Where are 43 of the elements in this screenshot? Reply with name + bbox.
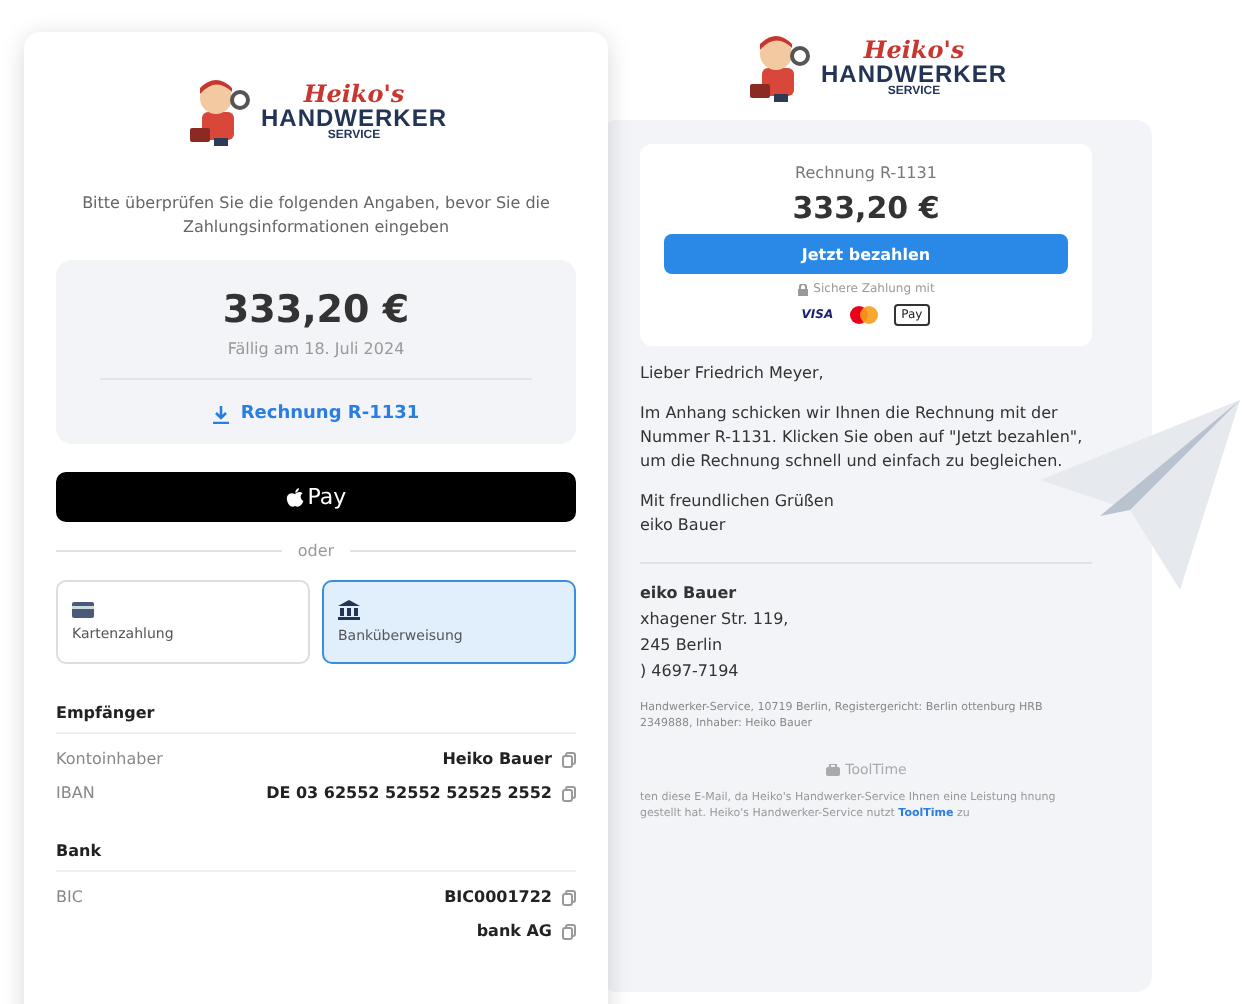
invoice-title: Rechnung R-1131 bbox=[795, 164, 937, 182]
apple-icon bbox=[285, 487, 304, 507]
contact-text: xhagener Str. 119, bbox=[640, 610, 791, 628]
intro-text: Bitte überprüfen Sie die folgenden Angaben, bevor Sie die Zahlungsinformationen eingeben bbox=[80, 192, 552, 240]
copy-icon[interactable] bbox=[562, 889, 576, 905]
field-value: DE 03 62552 52552 52525 2552 bbox=[266, 784, 552, 802]
field-value: Heiko Bauer bbox=[442, 750, 552, 768]
field-value: BIC0001722 bbox=[444, 888, 552, 906]
logo-wordmark: HANDWERKER bbox=[821, 62, 1007, 86]
bank-icon bbox=[338, 600, 360, 620]
email-body-text: Im Anhang schicken wir Ihnen die Rechnung mit der Nummer R-1131. Klicken Sie oben auf "Jetzt bezahlen", um die Rechnung schnell und einfach zu begleichen. bbox=[640, 402, 1085, 474]
card-icon bbox=[72, 602, 94, 618]
invoice-download-link[interactable]: Rechnung R-1131 bbox=[212, 404, 420, 424]
copy-icon[interactable] bbox=[562, 751, 576, 767]
closing-text: Mit freundlichen Grüßen bbox=[640, 490, 836, 514]
mascot-drawing bbox=[745, 32, 813, 104]
logo-script-text: Heiko's bbox=[303, 82, 405, 106]
field-label: IBAN bbox=[56, 784, 95, 802]
amount-text: 333,20 € bbox=[792, 190, 940, 226]
copy-icon[interactable] bbox=[562, 923, 576, 939]
due-date-text: Fällig am 18. Juli 2024 bbox=[100, 340, 532, 380]
contact-text: ) 4697-7194 bbox=[640, 662, 741, 680]
field-label: Kontoinhaber bbox=[56, 750, 163, 768]
field-label: BIC bbox=[56, 888, 83, 906]
mascot-drawing bbox=[185, 76, 253, 148]
copy-icon[interactable] bbox=[562, 785, 576, 801]
logo-wordmark: HANDWERKER bbox=[261, 106, 447, 130]
download-icon bbox=[212, 405, 231, 423]
apple-pay-button[interactable]: Pay bbox=[56, 472, 576, 522]
mastercard-logo bbox=[849, 306, 878, 324]
section-heading: Empfänger bbox=[56, 704, 576, 734]
pay-now-button[interactable]: Jetzt bezahlen bbox=[664, 234, 1068, 274]
lock-icon bbox=[797, 283, 808, 295]
section-heading: Bank bbox=[56, 842, 576, 872]
greeting-text: Lieber Friedrich Meyer, bbox=[640, 362, 826, 386]
amount-text: 333,20 € bbox=[222, 288, 410, 332]
logo-script-text: Heiko's bbox=[863, 38, 965, 62]
closing-text: eiko Bauer bbox=[640, 514, 728, 538]
contact-text: eiko Bauer bbox=[640, 584, 739, 602]
separator-text: oder bbox=[297, 542, 335, 560]
contact-text: 245 Berlin bbox=[640, 636, 725, 654]
toolbox-icon bbox=[825, 763, 840, 775]
field-value: bank AG bbox=[476, 922, 552, 940]
